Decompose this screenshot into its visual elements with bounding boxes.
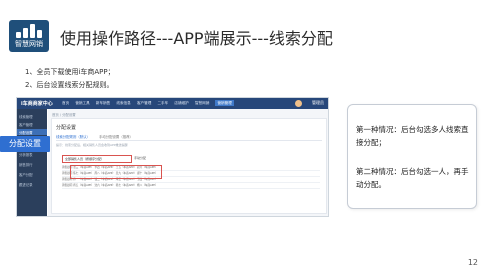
assign-select-value: 全部销售人员（按顺序分配） [65, 157, 105, 161]
tabs: 线索分配规则（默认） 手动分配设置（推荐） [56, 134, 141, 139]
sidebar-item[interactable]: 客户管理 [19, 122, 33, 127]
case-two-text: 第二种情况：后台勾选一人，再手动分配。 [356, 167, 469, 189]
manual-option[interactable]: 手动分配 [134, 156, 146, 160]
sidebar-item[interactable]: 销售排行 [19, 162, 33, 167]
top-menu: 首页 营销工具 新车销售 线索信息 客户管理 二手车 店铺维护 智慧网销 营销管… [62, 100, 239, 106]
sidebar: 线索管理 客户管理 分配设置 线索统计 分析报表 销售排行 客户分配 跟进记录 [17, 109, 47, 216]
top-nav: i车商商家中心 首页 营销工具 新车销售 线索信息 客户管理 二手车 店铺维护 … [17, 98, 328, 109]
sidebar-item[interactable]: 分析报表 [19, 152, 33, 157]
page-title: 使用操作路径---APP端展示---线索分配 [60, 29, 333, 48]
tab-manual[interactable]: 手动分配设置（推荐） [99, 135, 133, 139]
menu-item[interactable]: 智慧网销 [195, 101, 209, 105]
logo-text: 智慧网销 [15, 40, 43, 48]
menu-item[interactable]: 首页 [62, 101, 69, 105]
page-number: 12 [467, 258, 478, 267]
callout-label: 分配设置 [0, 136, 50, 152]
step-item: 2、后台设置线索分配规则。 [25, 81, 114, 89]
sidebar-item[interactable]: 线索管理 [19, 114, 33, 119]
sidebar-item[interactable]: 客户分配 [19, 172, 33, 177]
menu-item[interactable]: 线索信息 [116, 101, 130, 105]
highlight-box [70, 165, 162, 179]
avatar[interactable] [295, 100, 302, 107]
embedded-screenshot: i车商商家中心 首页 营销工具 新车销售 线索信息 客户管理 二手车 店铺维护 … [16, 97, 329, 217]
menu-item[interactable]: 二手车 [157, 101, 168, 105]
brand: i车商商家中心 [21, 101, 53, 107]
settings-panel: 分配设置 线索分配规则（默认） 手动分配设置（推荐） 提示：线索分配后，相关销售… [51, 118, 327, 214]
divider [56, 140, 322, 141]
step-item: 1、全员下载使用i车商APP； [25, 68, 115, 76]
assign-select[interactable]: 全部销售人员（按顺序分配） [62, 155, 132, 163]
menu-item[interactable]: 营销工具 [75, 101, 89, 105]
menu-item[interactable]: 新车销售 [96, 101, 110, 105]
menu-item[interactable]: 店铺维护 [174, 101, 188, 105]
menu-item-active[interactable]: 营销管理 [215, 100, 234, 106]
sidebar-item-label: 分配设置 [19, 131, 33, 135]
logo: 智慧网销 [9, 20, 49, 52]
panel-title: 分配设置 [56, 125, 77, 131]
logo-mark-icon [16, 24, 42, 38]
steps-list: 1、全员下载使用i车商APP； 2、后台设置线索分配规则。 [25, 66, 115, 92]
user-name[interactable]: 管理员 [312, 100, 324, 106]
table-row[interactable]: 销售顾问 蒋五（车商APP） 沈六（车商APP） 韩七（车商APP） 杨八（车商… [62, 183, 320, 189]
tip-text: 提示：线索分配后，相关销售人员会收到APP推送提醒 [56, 143, 128, 147]
tab-rules[interactable]: 线索分配规则（默认） [56, 135, 90, 139]
breadcrumb: 首页 / 分配设置 [52, 113, 76, 117]
menu-item[interactable]: 客户管理 [137, 101, 151, 105]
case-one-text: 第一种情况：后台勾选多人线索直接分配； [356, 125, 469, 147]
content-area: 首页 / 分配设置 分配设置 线索分配规则（默认） 手动分配设置（推荐） 提示：… [48, 109, 328, 216]
info-card: 第一种情况：后台勾选多人线索直接分配； 第二种情况：后台勾选一人，再手动分配。 [347, 104, 477, 209]
sidebar-item[interactable]: 跟进记录 [19, 182, 33, 187]
